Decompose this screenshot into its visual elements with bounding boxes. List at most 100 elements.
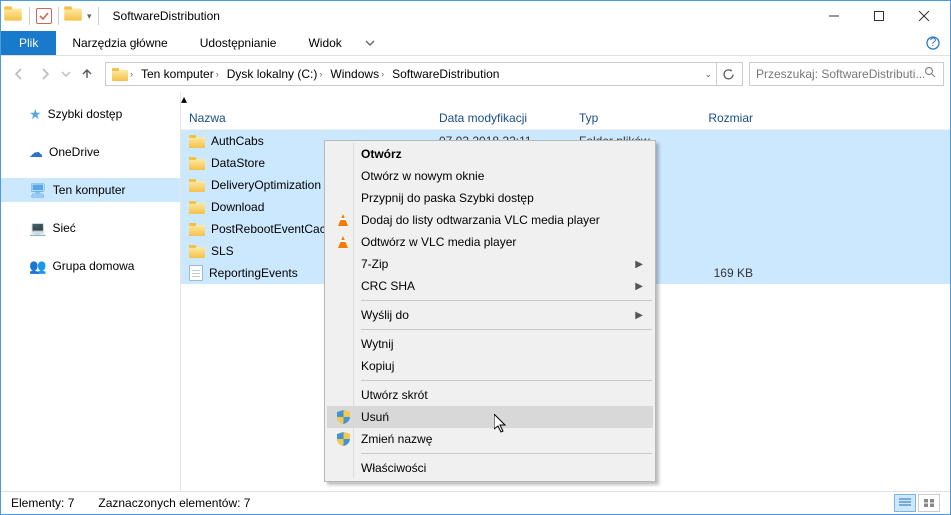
breadcrumb-part[interactable]: Windows (330, 67, 379, 81)
recent-dropdown-icon[interactable] (59, 62, 73, 86)
status-item-count: Elementy: 7 (11, 496, 74, 510)
file-name: AuthCabs (211, 134, 264, 148)
folder-icon (189, 179, 205, 192)
menu-separator (361, 300, 652, 301)
folder-icon (189, 201, 205, 214)
details-view-button[interactable] (894, 494, 916, 512)
ribbon-expand-icon[interactable] (358, 31, 382, 55)
file-icon (189, 265, 203, 281)
status-selected-count: Zaznaczonych elementów: 7 (98, 496, 250, 510)
app-folder-icon (5, 7, 23, 25)
menu-item-label: Otwórz (361, 147, 402, 161)
menu-item[interactable]: Wytnij (327, 333, 653, 355)
shield-icon (335, 431, 351, 447)
menu-item[interactable]: Otwórz (327, 143, 653, 165)
navpane-label: Grupa domowa (52, 259, 134, 273)
navpane-label: Sieć (52, 221, 75, 235)
minimize-button[interactable] (811, 2, 856, 30)
column-type[interactable]: Typ (571, 111, 681, 125)
submenu-arrow-icon: ▶ (635, 259, 643, 270)
navpane-this-pc[interactable]: 🖥Ten komputer (1, 178, 180, 202)
navpane-network[interactable]: 💻 Sieć (1, 216, 180, 240)
ribbon: Plik Narzędzia główne Udostępnianie Wido… (1, 31, 950, 55)
homegroup-icon: 👥 (29, 258, 46, 275)
menu-item[interactable]: Wyślij do▶ (327, 304, 653, 326)
breadcrumb-part[interactable]: Dysk lokalny (C:) (227, 67, 318, 81)
menu-item[interactable]: Usuń (327, 406, 653, 428)
column-name[interactable]: Nazwa (181, 111, 431, 125)
title-bar: ▾ SoftwareDistribution (1, 1, 950, 31)
menu-item[interactable]: Utwórz skrót (327, 384, 653, 406)
menu-item-label: Właściwości (361, 461, 426, 475)
breadcrumb[interactable]: › Ten komputer› Dysk lokalny (C:)› Windo… (105, 62, 743, 86)
qat-dropdown-icon[interactable]: ▾ (87, 11, 92, 22)
menu-separator (361, 380, 652, 381)
svg-text:?: ? (930, 36, 937, 49)
properties-qat-icon[interactable] (36, 8, 52, 24)
folder-icon (189, 157, 205, 170)
sort-indicator-icon: ▴ (181, 92, 950, 106)
column-headers: Nazwa Data modyfikacji Typ Rozmiar (181, 106, 950, 130)
refresh-button[interactable] (716, 63, 740, 85)
menu-item[interactable]: Właściwości (327, 457, 653, 479)
tab-view[interactable]: Widok (292, 31, 357, 55)
menu-item[interactable]: CRC SHA▶ (327, 275, 653, 297)
breadcrumb-dropdown-icon[interactable]: ⌄ (700, 69, 716, 80)
column-size[interactable]: Rozmiar (681, 111, 761, 125)
breadcrumb-folder-icon (112, 68, 128, 81)
file-name: DeliveryOptimization (211, 178, 321, 192)
menu-item[interactable]: Otwórz w nowym oknie (327, 165, 653, 187)
forward-button[interactable] (33, 62, 57, 86)
large-icons-view-button[interactable] (918, 494, 940, 512)
cursor-icon (494, 414, 510, 437)
shield-icon (335, 409, 351, 425)
menu-item-label: Przypnij do paska Szybki dostęp (361, 191, 534, 205)
navpane-label: Ten komputer (53, 183, 126, 197)
cloud-icon: ☁ (29, 144, 43, 161)
navpane-label: Szybki dostęp (48, 107, 123, 121)
breadcrumb-part[interactable]: SoftwareDistribution (392, 67, 499, 81)
menu-item[interactable]: Zmień nazwę (327, 428, 653, 450)
menu-separator (361, 329, 652, 330)
menu-item-label: Odtwórz w VLC media player (361, 235, 516, 249)
column-date[interactable]: Data modyfikacji (431, 111, 571, 125)
menu-item-label: Kopiuj (361, 359, 394, 373)
file-tab[interactable]: Plik (1, 31, 56, 55)
maximize-button[interactable] (856, 2, 901, 30)
vlc-icon (335, 234, 351, 250)
quick-access-toolbar: ▾ (5, 7, 92, 25)
star-icon: ★ (29, 106, 42, 123)
search-input[interactable]: Przeszukaj: SoftwareDistributi... (749, 62, 944, 86)
close-button[interactable] (901, 2, 946, 30)
navigation-pane: ★ Szybki dostęp ☁ OneDrive 🖥Ten komputer 💻… (1, 92, 181, 491)
up-button[interactable] (75, 62, 99, 86)
status-bar: Elementy: 7 Zaznaczonych elementów: 7 (1, 491, 950, 514)
back-button[interactable] (7, 62, 31, 86)
help-button[interactable]: ? (916, 31, 950, 55)
file-name: ReportingEvents (209, 266, 298, 280)
vlc-icon (335, 212, 351, 228)
network-icon: 💻 (29, 220, 46, 237)
menu-item-label: Dodaj do listy odtwarzania VLC media pla… (361, 213, 600, 227)
menu-item-label: Usuń (361, 410, 389, 424)
menu-item[interactable]: Odtwórz w VLC media player (327, 231, 653, 253)
menu-item[interactable]: Kopiuj (327, 355, 653, 377)
folder-icon (189, 135, 205, 148)
menu-item[interactable]: Dodaj do listy odtwarzania VLC media pla… (327, 209, 653, 231)
tab-home[interactable]: Narzędzia główne (56, 31, 183, 55)
navpane-homegroup[interactable]: 👥 Grupa domowa (1, 254, 180, 278)
navpane-onedrive[interactable]: ☁ OneDrive (1, 140, 180, 164)
tab-share[interactable]: Udostępnianie (184, 31, 293, 55)
file-name: Download (211, 200, 264, 214)
menu-item-label: Otwórz w nowym oknie (361, 169, 484, 183)
breadcrumb-part[interactable]: Ten komputer (141, 67, 214, 81)
navpane-label: OneDrive (49, 145, 100, 159)
file-size: 169 KB (681, 266, 761, 280)
menu-item-label: Zmień nazwę (361, 432, 432, 446)
menu-item[interactable]: Przypnij do paska Szybki dostęp (327, 187, 653, 209)
menu-item[interactable]: 7-Zip▶ (327, 253, 653, 275)
navpane-quick-access[interactable]: ★ Szybki dostęp (1, 102, 180, 126)
menu-separator (361, 453, 652, 454)
new-folder-qat-icon[interactable] (65, 7, 83, 25)
folder-icon (189, 223, 205, 236)
